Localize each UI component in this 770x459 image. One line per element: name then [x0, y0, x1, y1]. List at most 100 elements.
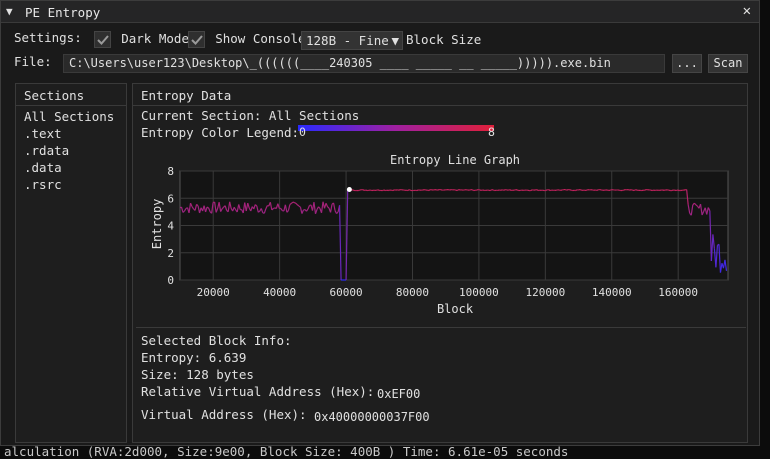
entropy-line-segment — [633, 189, 636, 192]
entropy-line-segment — [565, 189, 567, 191]
dark-mode-checkbox[interactable]: Dark Mode — [94, 31, 189, 48]
y-tick-label: 6 — [167, 192, 174, 205]
checkbox-box[interactable] — [188, 31, 205, 48]
entropy-line-segment — [548, 189, 551, 192]
section-item-rdata[interactable]: .rdata — [24, 143, 69, 158]
sections-header: Sections — [16, 84, 126, 106]
window-title: PE Entropy — [25, 5, 101, 20]
x-tick-label: 100000 — [459, 286, 499, 299]
entropy-line-segment — [428, 189, 431, 192]
entropy-line-segment — [500, 189, 503, 191]
block-size-label: Block Size — [406, 32, 482, 47]
entropy-line-segment — [536, 189, 539, 192]
browse-button[interactable]: ... — [672, 54, 702, 73]
entropy-line-segment — [292, 201, 295, 204]
selected-point-marker — [346, 187, 352, 193]
x-tick-label: 20000 — [197, 286, 230, 299]
x-tick-label: 80000 — [396, 286, 429, 299]
legend-label: Entropy Color Legend: — [141, 125, 300, 140]
selected-size: Size: 128 bytes — [141, 367, 254, 382]
pe-entropy-window: ▼ PE Entropy ✕ Settings: Dark Mode Show … — [0, 0, 760, 446]
entropy-line-segment — [575, 189, 578, 192]
x-axis-label: Block — [437, 302, 474, 316]
section-item-all[interactable]: All Sections — [24, 109, 114, 124]
entropy-line-segment — [481, 189, 484, 192]
entropy-line-segment — [556, 189, 558, 191]
selected-entropy: Entropy: 6.639 — [141, 350, 247, 365]
entropy-line-segment — [409, 189, 412, 192]
entropy-line-segment — [383, 189, 386, 192]
entropy-line-segment — [635, 189, 638, 191]
entropy-line-segment — [398, 189, 401, 191]
section-item-text[interactable]: .text — [24, 126, 62, 141]
entropy-line-segment — [489, 189, 493, 192]
x-tick-label: 160000 — [658, 286, 698, 299]
entropy-line-segment — [440, 189, 443, 191]
entropy-line-segment — [671, 189, 674, 192]
entropy-line-segment — [479, 189, 482, 192]
entropy-line-segment — [392, 189, 395, 192]
close-icon[interactable]: ✕ — [743, 3, 751, 19]
entropy-line-graph[interactable]: Entropy Line Graph Block Entropy 0 2 4 6 8 20… — [138, 151, 738, 321]
x-tick-label: 60000 — [329, 286, 362, 299]
entropy-line-segment — [627, 189, 630, 191]
show-console-checkbox[interactable]: Show Console — [188, 31, 306, 48]
entropy-line-segment — [358, 189, 361, 192]
check-icon — [97, 35, 109, 45]
checkbox-box[interactable] — [94, 31, 111, 48]
block-size-combo[interactable]: 128B - Fine ▼ — [301, 31, 403, 50]
file-label: File: — [14, 54, 52, 69]
entropy-line-segment — [530, 189, 533, 192]
va-value: 0x40000000037F00 — [314, 410, 430, 424]
entropy-line-segment — [517, 189, 519, 192]
scan-button[interactable]: Scan — [708, 54, 748, 73]
entropy-line-segment — [456, 189, 460, 192]
entropy-line-segment — [352, 189, 355, 191]
collapse-icon[interactable]: ▼ — [6, 5, 13, 18]
entropy-line-segment — [677, 189, 680, 192]
y-tick-label: 0 — [167, 274, 174, 287]
x-tick-label: 120000 — [525, 286, 565, 299]
y-axis-label: Entropy — [150, 199, 164, 250]
check-icon — [191, 35, 203, 45]
entropy-line-segment — [675, 189, 678, 192]
selected-block-header: Selected Block Info: — [141, 333, 292, 348]
entropy-line-segment — [416, 189, 419, 192]
block-size-value: 128B - Fine — [306, 33, 389, 48]
dark-mode-label: Dark Mode — [121, 31, 189, 46]
legend-max: 8 — [488, 125, 495, 139]
entropy-line-segment — [585, 189, 589, 191]
entropy-line-segment — [503, 189, 506, 191]
entropy-line-segment — [497, 189, 500, 191]
sections-panel: Sections All Sections .text .rdata .data… — [15, 83, 127, 443]
show-console-label: Show Console — [215, 31, 306, 46]
entropy-line-segment — [362, 189, 365, 191]
section-item-data[interactable]: .data — [24, 160, 62, 175]
y-tick-label: 2 — [167, 247, 174, 260]
current-section-text: Current Section: All Sections — [141, 108, 360, 123]
entropy-line-segment — [566, 189, 569, 191]
entropy-line-segment — [382, 189, 385, 192]
plot-area: 0 2 4 6 8 20000 40000 60000 80000 100000 120000 140… — [167, 165, 729, 299]
entropy-header: Entropy Data — [133, 84, 747, 106]
y-tick-label: 8 — [167, 165, 174, 178]
file-path-input[interactable]: C:\Users\user123\Desktop\_((((((____2403… — [63, 54, 665, 73]
entropy-line-segment — [472, 189, 475, 192]
entropy-line-segment — [514, 189, 516, 191]
section-item-rsrc[interactable]: .rsrc — [24, 177, 62, 192]
entropy-line-segment — [493, 189, 495, 192]
legend-min: 0 — [299, 125, 306, 139]
x-tick-label: 40000 — [263, 286, 296, 299]
entropy-line-segment — [376, 189, 379, 191]
entropy-line-segment — [550, 189, 552, 192]
entropy-line-segment — [482, 189, 485, 191]
entropy-line-segment — [437, 189, 440, 191]
entropy-line-segment — [476, 188, 479, 191]
va-label: Virtual Address (Hex): — [141, 407, 307, 422]
title-bar[interactable]: ▼ PE Entropy ✕ — [1, 1, 759, 23]
chevron-down-icon: ▼ — [391, 33, 399, 48]
entropy-line-segment — [294, 202, 297, 204]
console-line: alculation (RVA:2d000, Size:9e00, Block … — [4, 444, 569, 459]
y-tick-label: 4 — [167, 220, 174, 233]
entropy-line-segment — [509, 189, 512, 191]
